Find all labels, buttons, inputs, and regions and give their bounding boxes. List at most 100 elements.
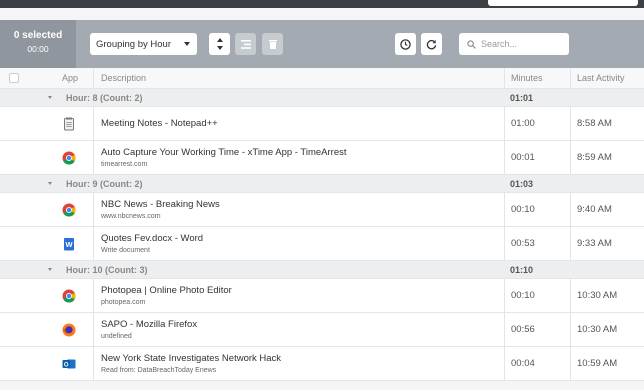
selection-summary: 0 selected 00:00: [0, 20, 76, 68]
description-cell: NBC News - Breaking News www.nbcnews.com: [93, 193, 505, 226]
search-input[interactable]: Search...: [459, 33, 569, 55]
description-cell: SAPO - Mozilla Firefox undefined: [93, 313, 505, 346]
top-search-field[interactable]: [488, 0, 638, 6]
chrome-icon: [62, 141, 92, 174]
collapse-toggle-icon[interactable]: [48, 96, 52, 99]
chrome-icon: [62, 279, 92, 312]
last-activity-cell: 10:30 AM: [570, 313, 644, 346]
group-label: Hour: 8 (Count: 2): [66, 93, 143, 103]
activity-row[interactable]: Meeting Notes - Notepad++ 01:00 8:58 AM: [0, 107, 644, 141]
group-row[interactable]: Hour: 9 (Count: 2) 01:03: [0, 175, 644, 193]
grid-body: Hour: 8 (Count: 2) 01:01 Meeting Notes - N…: [0, 89, 644, 381]
minutes-cell: 00:53: [504, 227, 570, 260]
refresh-icon: [426, 39, 437, 49]
last-activity-cell: 10:59 AM: [570, 347, 644, 380]
activity-row[interactable]: NBC News - Breaking News www.nbcnews.com 0…: [0, 193, 644, 227]
delete-button[interactable]: [262, 33, 283, 55]
last-activity-cell: 8:58 AM: [570, 107, 644, 140]
minutes-cell: 00:56: [504, 313, 570, 346]
sort-icon: [216, 38, 223, 50]
grouping-dropdown[interactable]: Grouping by Hour: [90, 33, 197, 55]
outlook-icon: O: [62, 347, 92, 380]
activity-subtitle: Read from: DataBreachToday Enews: [101, 367, 217, 374]
select-all-cell: [0, 68, 28, 88]
activity-row[interactable]: Auto Capture Your Working Time - xTime A…: [0, 141, 644, 175]
window-top-bar: [0, 0, 644, 8]
activity-row[interactable]: Photopea | Online Photo Editor photopea.c…: [0, 279, 644, 313]
column-header-description[interactable]: Description: [93, 68, 505, 88]
row-select-cell: [0, 141, 28, 174]
group-label: Hour: 10 (Count: 3): [66, 265, 148, 275]
minutes-cell: 00:10: [504, 279, 570, 312]
activity-title: Quotes Fev.docx - Word: [101, 233, 204, 244]
group-minutes: 01:10: [510, 265, 534, 275]
activity-title: New York State Investigates Network Hack: [101, 353, 282, 364]
refresh-button[interactable]: [421, 33, 442, 55]
row-select-cell: [0, 193, 28, 226]
column-header-last-activity[interactable]: Last Activity: [570, 68, 644, 88]
description-cell: Meeting Notes - Notepad++: [93, 107, 505, 140]
minutes-cell: 00:01: [504, 141, 570, 174]
select-all-checkbox[interactable]: [9, 73, 19, 83]
activity-title: Photopea | Online Photo Editor: [101, 285, 232, 296]
row-select-cell: [0, 347, 28, 380]
last-activity-cell: 9:33 AM: [570, 227, 644, 260]
toolbar: 0 selected 00:00 Grouping by Hour Search…: [0, 20, 644, 68]
merge-button[interactable]: [235, 33, 256, 55]
chrome-icon: [62, 193, 92, 226]
activity-title: Auto Capture Your Working Time - xTime A…: [101, 147, 347, 158]
description-cell: Auto Capture Your Working Time - xTime A…: [93, 141, 505, 174]
chevron-down-icon: [184, 42, 190, 46]
search-icon: [467, 39, 476, 49]
row-select-cell: [0, 107, 28, 140]
description-cell: New York State Investigates Network Hack…: [93, 347, 505, 380]
collapse-toggle-icon[interactable]: [48, 182, 52, 185]
group-minutes: 01:03: [510, 179, 534, 189]
last-activity-cell: 10:30 AM: [570, 279, 644, 312]
activity-title: NBC News - Breaking News: [101, 199, 220, 210]
firefox-icon: [62, 313, 92, 346]
column-header-minutes[interactable]: Minutes: [504, 68, 570, 88]
grid-header: App Description Minutes Last Activity: [0, 68, 644, 89]
activity-subtitle: undefined: [101, 333, 132, 340]
group-minutes: 01:01: [510, 93, 534, 103]
minutes-cell: 00:04: [504, 347, 570, 380]
group-row[interactable]: Hour: 8 (Count: 2) 01:01: [0, 89, 644, 107]
minutes-cell: 01:00: [504, 107, 570, 140]
activity-row[interactable]: O New York State Investigates Network Hac…: [0, 347, 644, 381]
activity-title: Meeting Notes - Notepad++: [101, 118, 218, 129]
group-label: Hour: 9 (Count: 2): [66, 179, 143, 189]
activity-grid: App Description Minutes Last Activity Ho…: [0, 68, 644, 381]
collapse-toggle-icon[interactable]: [48, 268, 52, 271]
search-placeholder: Search...: [481, 39, 518, 49]
trash-icon: [268, 40, 277, 49]
notepad-icon: [62, 107, 92, 140]
row-select-cell: [0, 313, 28, 346]
clock-icon: [400, 38, 411, 50]
minutes-cell: 00:10: [504, 193, 570, 226]
row-select-cell: [0, 227, 28, 260]
activity-row[interactable]: W Quotes Fev.docx - Word Write document 00:…: [0, 227, 644, 261]
group-row[interactable]: Hour: 10 (Count: 3) 01:10: [0, 261, 644, 279]
last-activity-cell: 8:59 AM: [570, 141, 644, 174]
row-select-cell: [0, 279, 28, 312]
description-cell: Quotes Fev.docx - Word Write document: [93, 227, 505, 260]
sort-button[interactable]: [209, 33, 230, 55]
description-cell: Photopea | Online Photo Editor photopea.c…: [93, 279, 505, 312]
grouping-label: Grouping by Hour: [96, 38, 171, 50]
activity-subtitle: photopea.com: [101, 299, 146, 306]
rows-icon: [240, 39, 251, 49]
time-button[interactable]: [395, 33, 416, 55]
column-header-app[interactable]: App: [62, 68, 92, 88]
activity-row[interactable]: SAPO - Mozilla Firefox undefined 00:56 10:3…: [0, 313, 644, 347]
svg-text:W: W: [65, 240, 73, 249]
selected-count: 0 selected: [13, 30, 63, 41]
word-icon: W: [62, 227, 92, 260]
activity-subtitle: www.nbcnews.com: [101, 213, 161, 220]
activity-subtitle: Write document: [101, 247, 150, 254]
last-activity-cell: 9:40 AM: [570, 193, 644, 226]
svg-text:O: O: [64, 362, 69, 368]
activity-subtitle: timearrest.com: [101, 161, 148, 168]
activity-title: SAPO - Mozilla Firefox: [101, 319, 198, 330]
selected-time: 00:00: [27, 44, 49, 54]
